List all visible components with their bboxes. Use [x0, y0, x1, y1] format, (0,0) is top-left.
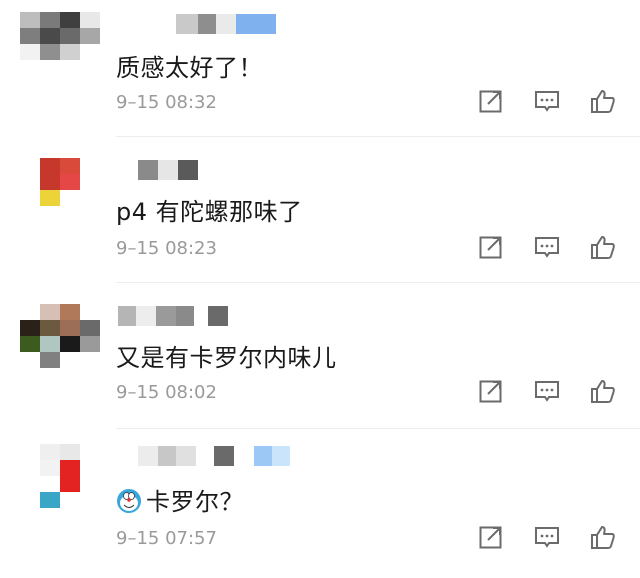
comment-icon[interactable]: [534, 378, 560, 404]
avatar[interactable]: [20, 444, 100, 508]
comment-actions: [478, 88, 616, 114]
share-icon[interactable]: [478, 378, 504, 404]
username[interactable]: [176, 14, 276, 34]
comment-time: 9–15 08:02: [116, 382, 217, 403]
comment-item: p4 有陀螺那味了 9–15 08:23: [0, 146, 640, 292]
thumbs-up-icon[interactable]: [590, 524, 616, 550]
avatar[interactable]: [20, 158, 100, 222]
share-icon[interactable]: [478, 524, 504, 550]
username[interactable]: [138, 160, 198, 180]
comment-actions: [478, 524, 616, 550]
share-icon[interactable]: [478, 234, 504, 260]
comment-icon[interactable]: [534, 234, 560, 260]
comment-body: p4 有陀螺那味了: [116, 198, 303, 226]
divider: [116, 428, 640, 429]
username[interactable]: [118, 306, 228, 326]
comment-text: p4 有陀螺那味了: [116, 192, 303, 227]
thumbs-up-icon[interactable]: [590, 378, 616, 404]
thumbs-up-icon[interactable]: [590, 234, 616, 260]
comment-text: 又是有卡罗尔内味儿: [116, 338, 337, 373]
divider: [116, 282, 640, 283]
comment-time: 9–15 08:32: [116, 92, 217, 113]
comment-body: 卡罗尔？: [146, 488, 244, 516]
doraemon-emoji-icon: [116, 488, 146, 516]
comment-item: 又是有卡罗尔内味儿 9–15 08:02: [0, 292, 640, 438]
comment-time: 9–15 07:57: [116, 528, 217, 549]
divider: [116, 136, 640, 137]
comment-body: 质感太好了！: [116, 54, 263, 82]
comment-body: 又是有卡罗尔内味儿: [116, 344, 337, 372]
share-icon[interactable]: [478, 88, 504, 114]
thumbs-up-icon[interactable]: [590, 88, 616, 114]
avatar[interactable]: [20, 304, 100, 368]
comment-text: 质感太好了！: [116, 48, 263, 83]
comment-text: 卡罗尔？: [116, 482, 244, 517]
comment-item: 质感太好了！ 9–15 08:32: [0, 0, 640, 146]
avatar[interactable]: [20, 12, 100, 76]
comment-actions: [478, 378, 616, 404]
comment-item: 卡罗尔？ 9–15 07:57: [0, 432, 640, 578]
comment-time: 9–15 08:23: [116, 238, 217, 259]
username[interactable]: [138, 446, 290, 466]
comment-actions: [478, 234, 616, 260]
comment-icon[interactable]: [534, 88, 560, 114]
comment-icon[interactable]: [534, 524, 560, 550]
